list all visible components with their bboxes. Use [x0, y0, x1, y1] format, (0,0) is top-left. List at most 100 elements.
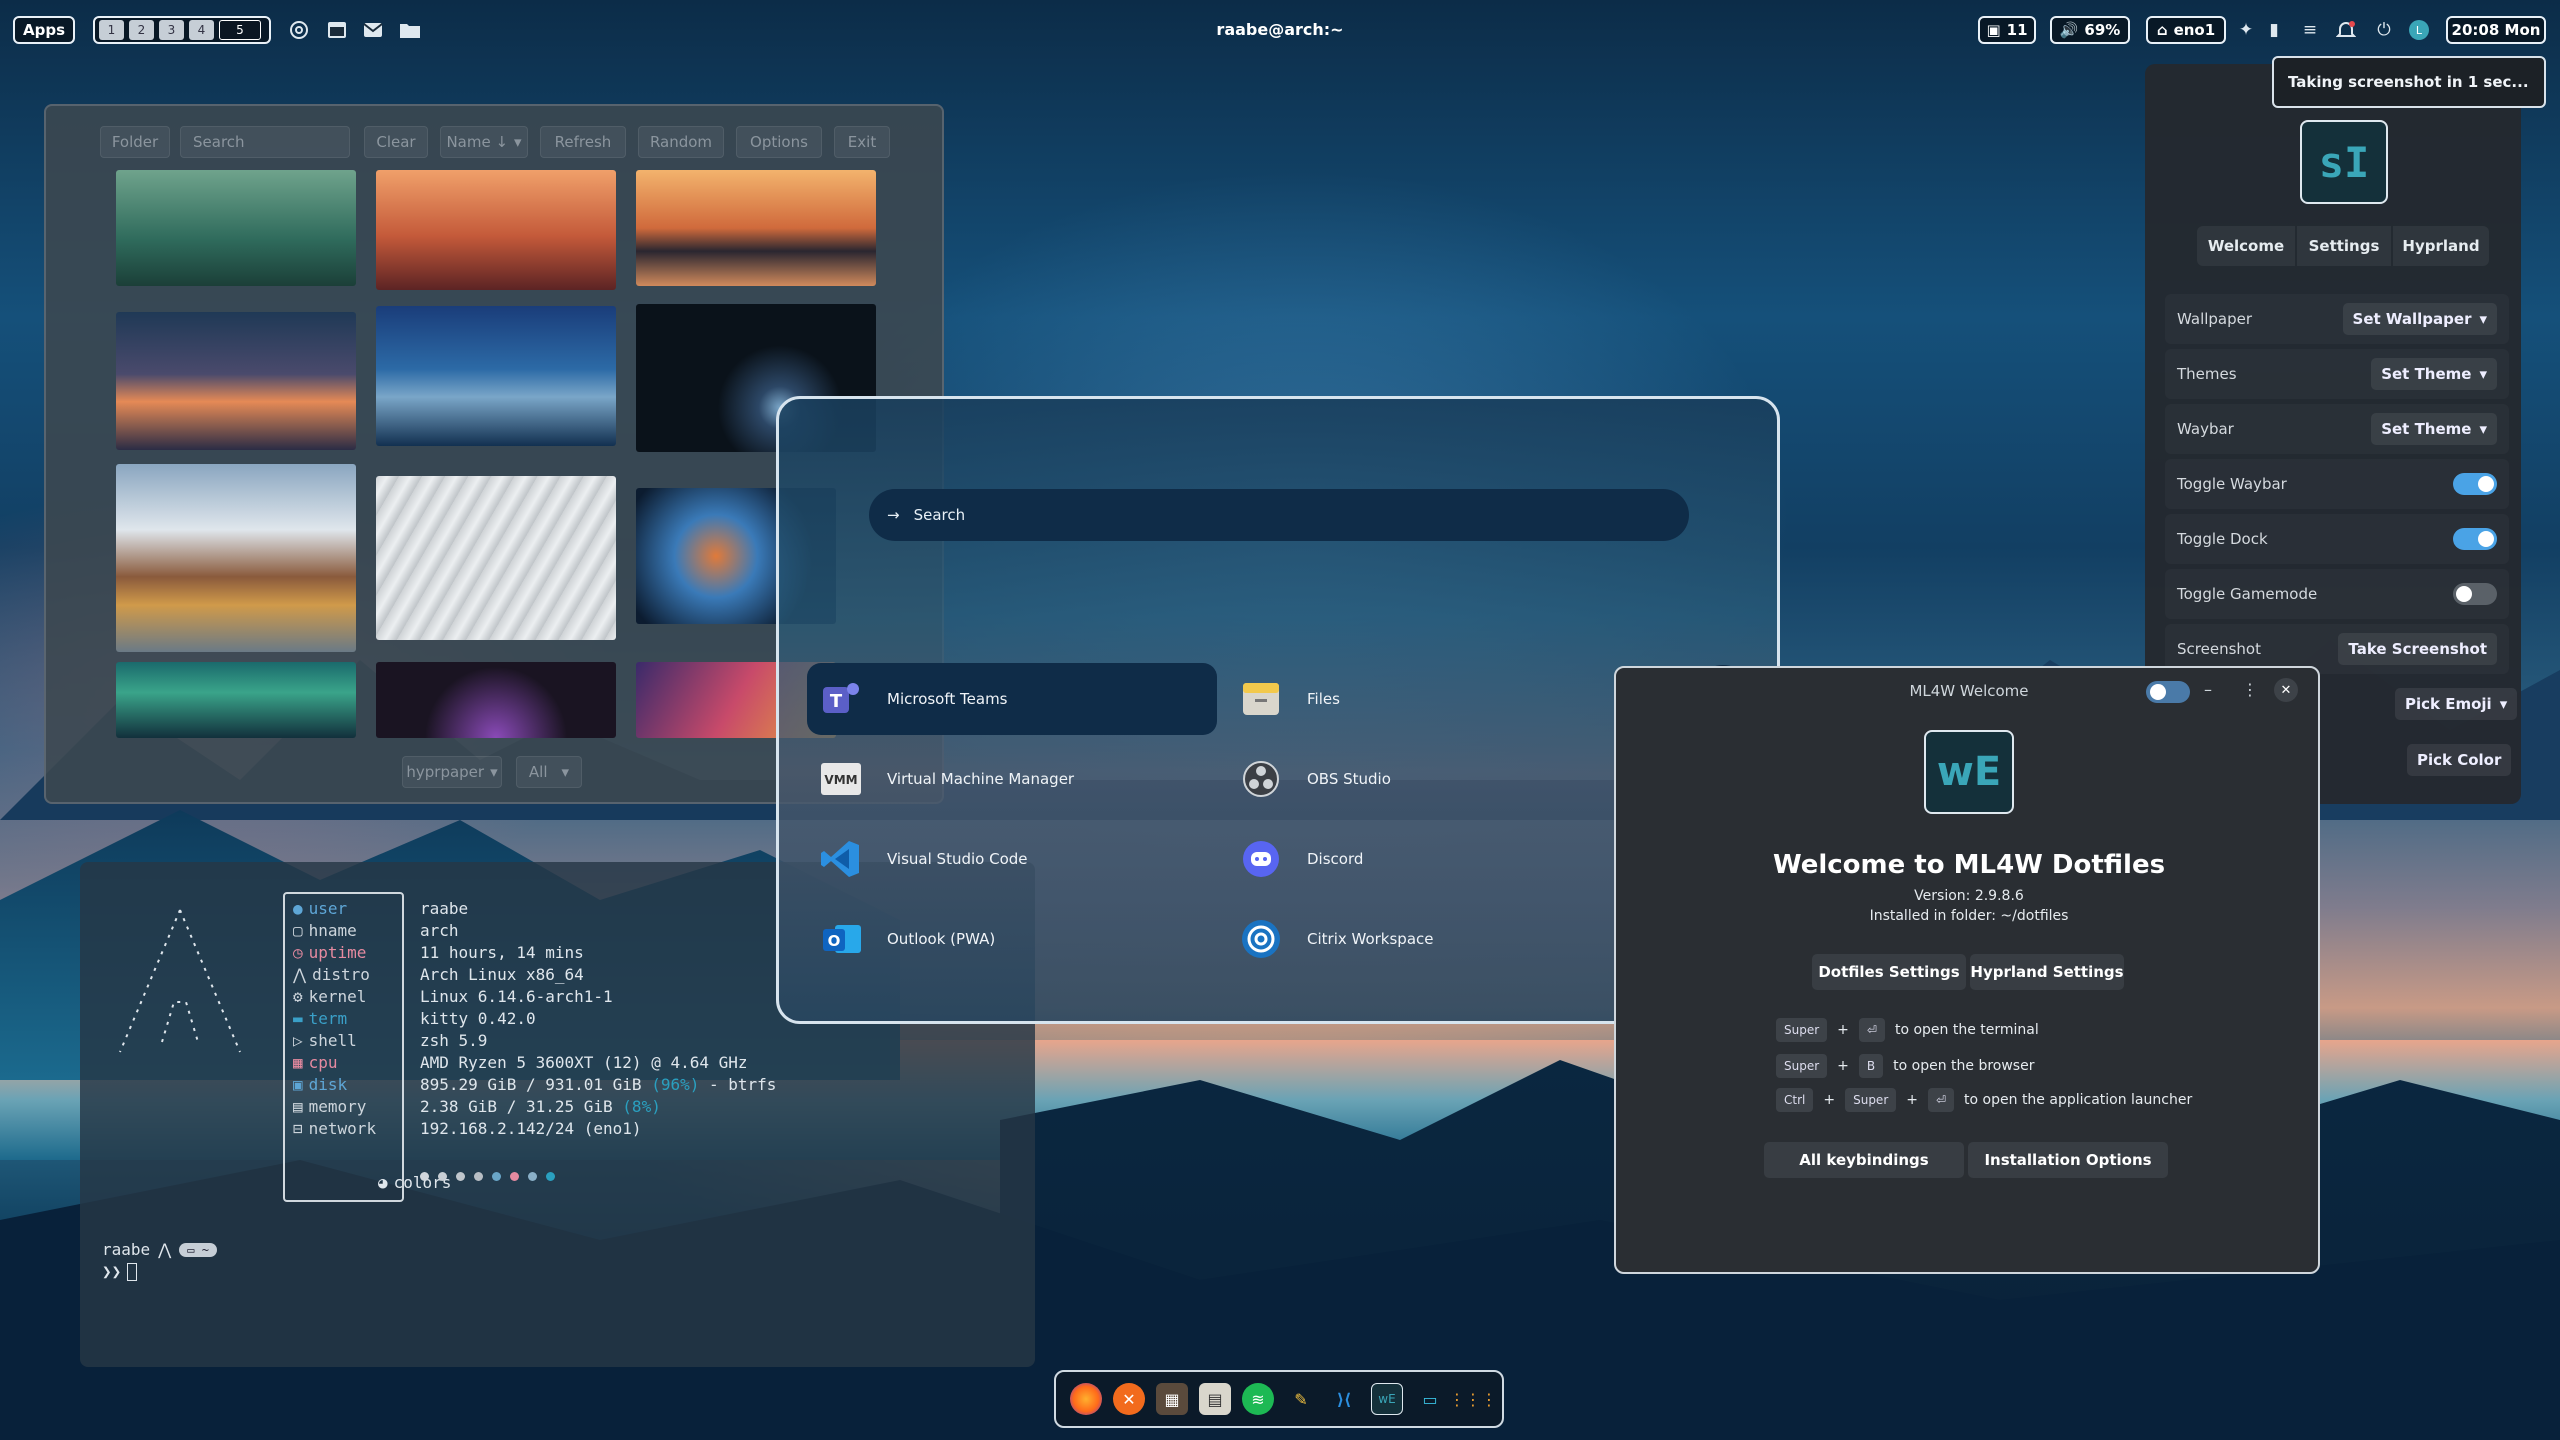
app-files[interactable]: Files [1227, 663, 1607, 735]
workspace-5[interactable]: 5 [219, 20, 261, 40]
workspace-3[interactable]: 3 [159, 20, 184, 40]
workspace-4[interactable]: 4 [189, 20, 214, 40]
arch-icon: ⋀ [158, 1240, 172, 1259]
hyprland-settings-button[interactable]: Hyprland Settings [1970, 954, 2124, 990]
refresh-button[interactable]: Refresh [540, 126, 626, 158]
app-obs-studio[interactable]: OBS Studio [1227, 743, 1607, 815]
network-indicator[interactable]: ⌂ eno1 [2146, 16, 2226, 44]
folder-icon[interactable] [398, 18, 422, 42]
wallpaper-thumbnail[interactable] [376, 306, 616, 446]
wallpaper-thumbnail[interactable] [376, 476, 616, 640]
disk-filesystem: - btrfs [699, 1075, 777, 1094]
folder-button[interactable]: Folder [100, 126, 170, 158]
mail-icon[interactable] [361, 18, 385, 42]
svg-text:O: O [828, 932, 841, 950]
welcome-icon[interactable]: wE [1371, 1383, 1403, 1415]
app-discord[interactable]: Discord [1227, 823, 1607, 895]
toggle-waybar-switch[interactable] [2453, 473, 2497, 495]
set-wallpaper-button[interactable]: Set Wallpaper ▾ [2342, 303, 2497, 335]
options-button[interactable]: Options [736, 126, 822, 158]
discord-icon [1235, 833, 1287, 885]
wallpaper-thumbnail[interactable] [116, 312, 356, 450]
wallpaper-thumbnail[interactable] [636, 170, 876, 286]
tab-welcome[interactable]: Welcome [2197, 226, 2295, 266]
volume-indicator[interactable]: 🔊 69% [2050, 16, 2130, 44]
clock[interactable]: 20:08 Mon [2446, 16, 2546, 44]
wallpaper-thumbnail[interactable] [116, 170, 356, 286]
ml4w-logo-icon[interactable]: L [2407, 18, 2431, 42]
take-screenshot-button[interactable]: Take Screenshot [2338, 633, 2497, 665]
color-swatch [528, 1172, 537, 1181]
power-icon[interactable]: ⏻ [2372, 18, 2396, 42]
random-button[interactable]: Random [638, 126, 724, 158]
row-label: Waybar [2177, 420, 2234, 438]
app-outlook[interactable]: O Outlook (PWA) [807, 903, 1217, 975]
vscode-icon [815, 833, 867, 885]
wallpaper-thumbnail[interactable] [376, 170, 616, 290]
tab-hyprland[interactable]: Hyprland [2393, 226, 2489, 266]
shortcut-description: to open the browser [1893, 1058, 2035, 1074]
browser-window-icon[interactable] [325, 18, 349, 42]
chatgpt-icon[interactable] [287, 18, 311, 42]
fetch-value: 11 hours, 14 mins [420, 943, 584, 962]
apps-button[interactable]: Apps [13, 16, 75, 44]
color-swatch [420, 1172, 429, 1181]
pick-color-button[interactable]: Pick Color [2407, 744, 2512, 776]
toggle-gamemode-switch[interactable] [2453, 583, 2497, 605]
minimize-icon[interactable]: – [2204, 680, 2212, 699]
app-visual-studio-code[interactable]: Visual Studio Code [807, 823, 1217, 895]
sort-dropdown[interactable]: Name ↓ ▾ [440, 126, 528, 158]
app-microsoft-teams[interactable]: T Microsoft Teams [807, 663, 1217, 735]
wallpaper-thumbnail[interactable] [116, 662, 356, 738]
all-keybindings-button[interactable]: All keybindings [1764, 1142, 1964, 1178]
workspace-1[interactable]: 1 [99, 20, 124, 40]
wallpaper-thumbnail[interactable] [116, 464, 356, 652]
menu-icon[interactable]: ⋮ [2242, 680, 2258, 699]
backend-dropdown[interactable]: hyprpaper ▾ [402, 756, 502, 788]
dotfiles-settings-button[interactable]: Dotfiles Settings [1812, 954, 1966, 990]
bell-icon[interactable] [2334, 18, 2358, 42]
mixer-icon[interactable]: ▦ [1156, 1383, 1188, 1415]
updates-indicator[interactable]: ▣ 11 [1978, 16, 2036, 44]
monitor-icon[interactable]: ▭ [1414, 1383, 1446, 1415]
toggle-dock-switch[interactable] [2453, 528, 2497, 550]
bluetooth-icon[interactable]: ✦ [2234, 18, 2258, 42]
close-app-icon[interactable]: ✕ [1113, 1383, 1145, 1415]
app-label: Microsoft Teams [887, 690, 1008, 708]
wallpaper-thumbnail[interactable] [376, 662, 616, 738]
fetch-key: ▦ cpu [293, 1052, 403, 1072]
fetch-key-label: term [308, 1008, 348, 1028]
row-label: Screenshot [2177, 640, 2261, 658]
package-icon: ▣ [1986, 21, 2001, 39]
key-enter: ⏎ [1858, 1018, 1885, 1042]
spotify-icon[interactable]: ≋ [1242, 1383, 1274, 1415]
set-theme-button[interactable]: Set Theme ▾ [2371, 358, 2497, 390]
app-citrix-workspace[interactable]: Citrix Workspace [1227, 903, 1607, 975]
app-grid-icon[interactable]: ⋮⋮⋮ [1449, 1383, 1497, 1415]
wallpaper-search-input[interactable]: Search [180, 126, 350, 158]
color-swatch [456, 1172, 465, 1181]
app-virtual-machine-manager[interactable]: VMM Virtual Machine Manager [807, 743, 1217, 815]
workspace-2[interactable]: 2 [129, 20, 154, 40]
prompt-input-line[interactable]: ❯❯ [102, 1262, 138, 1281]
feather-icon[interactable]: ✎ [1285, 1383, 1317, 1415]
filter-dropdown[interactable]: All ▾ [516, 756, 582, 788]
vscode-icon[interactable]: ⟩⟨ [1328, 1383, 1360, 1415]
firefox-icon[interactable] [1070, 1383, 1102, 1415]
search-placeholder: Search [913, 506, 966, 524]
files-icon[interactable]: ▤ [1199, 1383, 1231, 1415]
exit-button[interactable]: Exit [834, 126, 890, 158]
tab-settings[interactable]: Settings [2297, 226, 2391, 266]
set-waybar-theme-button[interactable]: Set Theme ▾ [2371, 413, 2497, 445]
pick-emoji-button[interactable]: Pick Emoji ▾ [2395, 688, 2518, 720]
theme-toggle[interactable] [2146, 681, 2190, 703]
clear-button[interactable]: Clear [364, 126, 428, 158]
fetch-value-text: Arch Linux x86_64 [420, 965, 584, 984]
layers-icon[interactable]: ≡ [2298, 18, 2322, 42]
launcher-search-input[interactable]: → Search [869, 489, 1689, 541]
memory-percent: (8%) [622, 1097, 661, 1116]
installation-options-button[interactable]: Installation Options [1968, 1142, 2168, 1178]
close-icon[interactable]: ✕ [2274, 678, 2298, 702]
fetch-value-text: raabe [420, 899, 469, 918]
chart-icon[interactable]: ▮ [2262, 18, 2286, 42]
